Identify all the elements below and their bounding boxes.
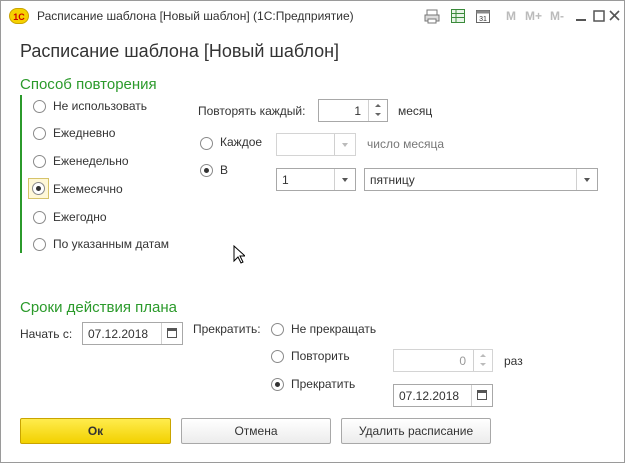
print-icon[interactable] [424, 8, 440, 24]
stop-date-field[interactable]: 07.12.2018 [393, 384, 493, 407]
repeat-every-unit: месяц [398, 104, 433, 118]
radio-stop-date[interactable] [271, 378, 284, 391]
weekday-select[interactable]: пятницу [364, 168, 598, 191]
cancel-button[interactable]: Отмена [181, 418, 331, 444]
form-title: Расписание шаблона [Новый шаблон] [20, 41, 340, 61]
stop-label: Прекратить: [193, 322, 261, 336]
each-day-field[interactable] [276, 133, 356, 156]
chevron-down-icon[interactable] [576, 169, 597, 190]
chevron-down-icon[interactable] [334, 134, 355, 155]
start-date-field[interactable]: 07.12.2018 [82, 322, 183, 345]
weekday-number-select[interactable]: 1 [276, 168, 356, 191]
mouse-cursor-icon [233, 245, 245, 264]
radio-dates[interactable] [33, 238, 46, 251]
title-bar: 1С Расписание шаблона [Новый шаблон] (1С… [1, 1, 624, 31]
repeat-count-unit: раз [504, 354, 523, 368]
radio-monthly[interactable] [32, 182, 45, 195]
calendar-icon[interactable]: 31 [475, 8, 491, 24]
memory-plus-button[interactable]: M+ [525, 9, 542, 23]
repeat-option-label[interactable]: По указанным датам [53, 237, 169, 251]
maximize-icon[interactable] [591, 8, 607, 24]
radio-in-weekday[interactable] [200, 164, 213, 177]
radio-no-stop[interactable] [271, 323, 284, 336]
repeat-option-label[interactable]: Не использовать [53, 99, 147, 113]
repeat-option-label[interactable]: Еженедельно [53, 154, 129, 168]
repeat-group-title: Способ повторения [20, 76, 157, 93]
radio-daily[interactable] [33, 127, 46, 140]
ok-button[interactable]: Ок [20, 418, 171, 444]
delete-schedule-button[interactable]: Удалить расписание [341, 418, 491, 444]
period-group-title: Сроки действия плана [20, 299, 177, 316]
repeat-option-label[interactable]: Ежемесячно [53, 182, 123, 196]
in-weekday-label[interactable]: В [220, 163, 228, 177]
radio-yearly[interactable] [33, 211, 46, 224]
repeat-option-label[interactable]: Ежедневно [53, 126, 115, 140]
memory-m-button[interactable]: M [506, 9, 516, 23]
app-logo-icon: 1С [9, 8, 29, 24]
repeat-count-field[interactable]: 0 [393, 349, 493, 372]
stop-option-label[interactable]: Не прекращать [291, 322, 376, 336]
close-icon[interactable] [607, 8, 623, 24]
radio-none[interactable] [33, 100, 46, 113]
repeat-every-spinner[interactable] [368, 100, 387, 121]
chevron-down-icon[interactable] [334, 169, 355, 190]
radio-each-day[interactable] [200, 137, 213, 150]
radio-weekly[interactable] [33, 155, 46, 168]
spreadsheet-icon[interactable] [450, 8, 466, 24]
stop-option-label[interactable]: Повторить [291, 349, 350, 363]
repeat-every-field[interactable]: 1 [318, 99, 388, 122]
schedule-window: 1С Расписание шаблона [Новый шаблон] (1С… [0, 0, 625, 463]
each-day-label[interactable]: Каждое [220, 135, 262, 149]
repeat-group-line [20, 95, 22, 253]
repeat-every-label: Повторять каждый: [198, 104, 306, 118]
start-date-label: Начать с: [20, 327, 73, 341]
memory-minus-button[interactable]: M- [550, 9, 564, 23]
window-title: Расписание шаблона [Новый шаблон] (1С:Пр… [37, 9, 354, 23]
calendar-picker-icon[interactable] [161, 323, 182, 344]
repeat-option-label[interactable]: Ежегодно [53, 210, 107, 224]
calendar-picker-icon[interactable] [471, 385, 492, 406]
svg-text:31: 31 [479, 16, 487, 23]
minimize-icon[interactable] [573, 8, 589, 24]
each-day-suffix: число месяца [367, 137, 445, 151]
stop-option-label[interactable]: Прекратить [291, 377, 355, 391]
radio-repeat-count[interactable] [271, 350, 284, 363]
repeat-count-spinner[interactable] [473, 350, 492, 371]
